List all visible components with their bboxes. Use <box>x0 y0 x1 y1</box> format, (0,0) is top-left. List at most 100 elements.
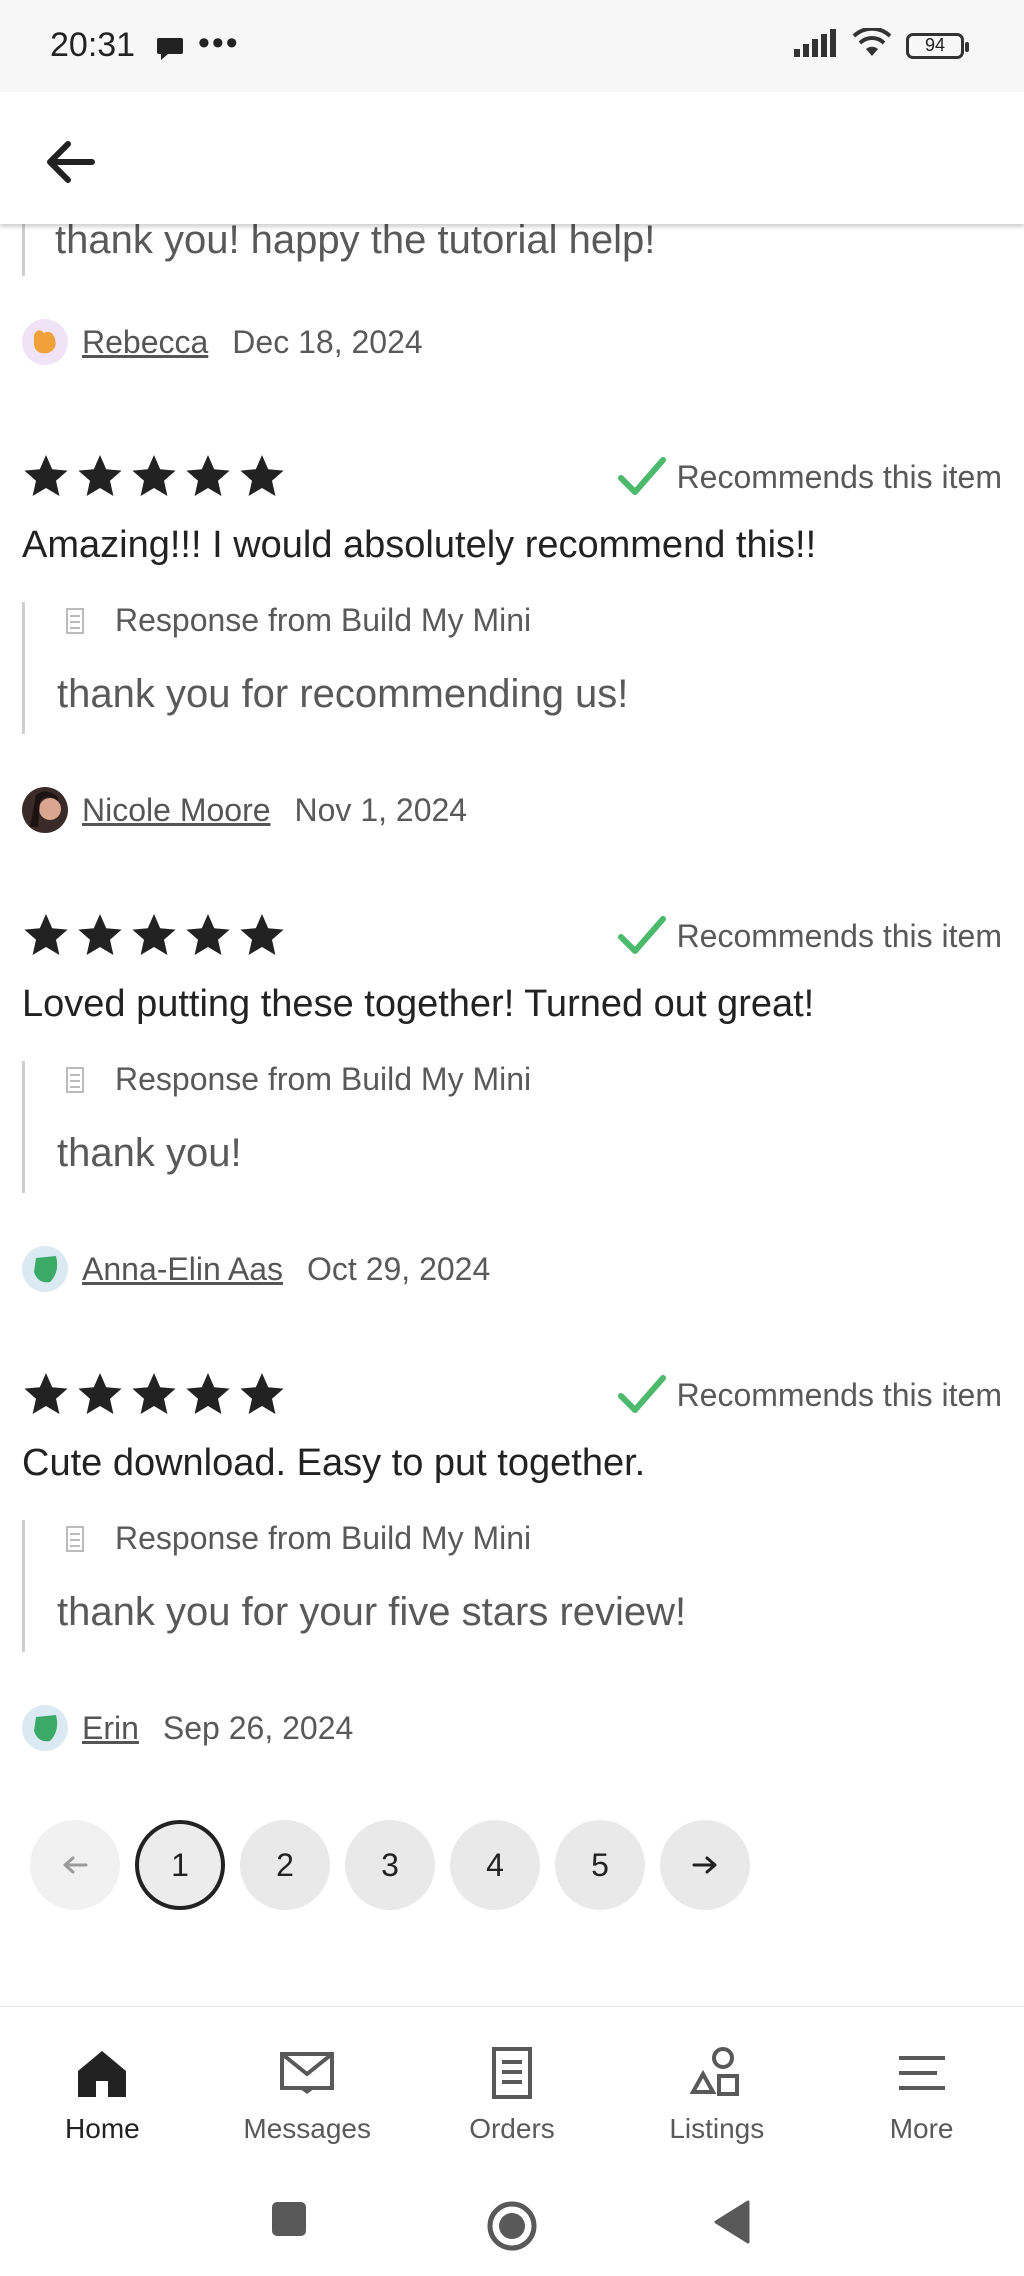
star-icon <box>240 455 284 496</box>
star-icon <box>186 914 230 955</box>
checkmark-icon <box>617 916 666 954</box>
signal-icon <box>794 29 838 62</box>
response-text: thank you for recommending us! <box>57 672 629 716</box>
star-icon <box>240 1373 284 1414</box>
review-date: Dec 18, 2024 <box>232 323 423 360</box>
avatar[interactable] <box>22 1246 68 1292</box>
star-icon <box>24 914 68 955</box>
recommends-badge: Recommends this item <box>617 456 1002 498</box>
envelope-icon <box>277 2045 337 2101</box>
recommends-label: Recommends this item <box>676 1376 1002 1413</box>
avatar[interactable] <box>22 319 68 365</box>
checkmark-icon <box>617 457 666 495</box>
response-from-label: Response from Build My Mini <box>115 1520 532 1556</box>
arrow-left-icon <box>47 141 95 183</box>
star-icon <box>186 1373 230 1414</box>
star-rating <box>22 913 286 959</box>
wifi-icon <box>852 26 892 63</box>
review-date: Nov 1, 2024 <box>294 791 468 828</box>
page-button-1[interactable]: 1 <box>135 1820 225 1910</box>
previous-page-button[interactable] <box>30 1820 120 1910</box>
nav-home[interactable]: Home <box>0 2007 205 2177</box>
reviewer-name[interactable]: Nicole Moore <box>82 792 271 829</box>
reviewer-row: Erin Sep 26, 2024 <box>22 1704 353 1752</box>
circle-icon <box>487 2201 537 2251</box>
response-from-label: Response from Build My Mini <box>115 602 532 638</box>
home-icon <box>72 2045 132 2101</box>
star-icon <box>24 455 68 496</box>
reviewer-name[interactable]: Rebecca <box>82 324 208 361</box>
nav-label: Orders <box>469 2113 555 2144</box>
next-page-button[interactable] <box>660 1820 750 1910</box>
review-text: Loved putting these together! Turned out… <box>22 983 815 1025</box>
shop-response: Response from Build My Mini thank you fo… <box>22 1520 985 1652</box>
page-button-3[interactable]: 3 <box>345 1820 435 1910</box>
star-icon <box>24 1373 68 1414</box>
star-icon <box>78 914 122 955</box>
review-date: Oct 29, 2024 <box>307 1250 491 1287</box>
star-icon <box>78 455 122 496</box>
reviewer-row: Nicole Moore Nov 1, 2024 <box>22 786 467 834</box>
nav-messages[interactable]: Messages <box>205 2007 410 2177</box>
battery-level: 94 <box>924 35 946 55</box>
response-text: thank you for your five stars review! <box>57 1590 687 1634</box>
back-system-button[interactable] <box>712 2200 752 2249</box>
shop-logo-icon <box>66 607 84 634</box>
pagination: 1 2 3 4 5 <box>30 1820 750 1910</box>
back-button[interactable] <box>34 126 106 198</box>
nav-label: Messages <box>243 2113 371 2144</box>
nav-more[interactable]: More <box>819 2007 1024 2177</box>
triangle-back-icon <box>714 2200 750 2244</box>
recommends-badge: Recommends this item <box>617 1374 1002 1416</box>
avatar[interactable] <box>22 1705 68 1751</box>
star-icon <box>240 914 284 955</box>
response-divider <box>22 224 25 276</box>
star-icon <box>132 914 176 955</box>
nav-label: Listings <box>669 2113 765 2144</box>
square-icon <box>272 2202 306 2236</box>
response-text: thank you! happy the tutorial help! <box>55 218 656 262</box>
page-button-5[interactable]: 5 <box>555 1820 645 1910</box>
shapes-icon <box>687 2045 747 2101</box>
review-text: Cute download. Easy to put together. <box>22 1442 646 1484</box>
reviewer-row: Rebecca Dec 18, 2024 <box>22 318 423 366</box>
star-icon <box>132 455 176 496</box>
avatar[interactable] <box>22 787 68 833</box>
arrow-right-icon <box>692 1856 717 1874</box>
reviewer-row: Anna-Elin Aas Oct 29, 2024 <box>22 1245 490 1293</box>
battery-icon: 94 <box>906 32 969 59</box>
response-text: thank you! <box>57 1131 242 1175</box>
chat-notification-icon <box>156 36 184 67</box>
page-button-4[interactable]: 4 <box>450 1820 540 1910</box>
recents-button[interactable] <box>270 2200 308 2243</box>
arrow-left-icon <box>63 1856 88 1874</box>
nav-listings[interactable]: Listings <box>614 2007 819 2177</box>
shop-logo-icon <box>66 1066 84 1093</box>
star-rating <box>22 454 286 500</box>
shop-response: Response from Build My Mini thank you! <box>22 1061 985 1193</box>
home-system-button[interactable] <box>486 2200 538 2257</box>
recommends-label: Recommends this item <box>676 458 1002 495</box>
shop-response: Response from Build My Mini thank you fo… <box>22 602 985 734</box>
nav-label: More <box>889 2113 954 2144</box>
nav-label: Home <box>65 2113 140 2144</box>
status-bar: 20:31 ••• 94 <box>0 0 1024 92</box>
nav-orders[interactable]: Orders <box>410 2007 615 2177</box>
star-icon <box>78 1373 122 1414</box>
reviewer-name[interactable]: Anna-Elin Aas <box>82 1251 283 1288</box>
recommends-badge: Recommends this item <box>617 915 1002 957</box>
reviewer-name[interactable]: Erin <box>82 1710 139 1747</box>
star-rating <box>22 1372 286 1418</box>
page-button-2[interactable]: 2 <box>240 1820 330 1910</box>
status-time: 20:31 <box>50 26 136 64</box>
review-date: Sep 26, 2024 <box>162 1709 354 1746</box>
shop-logo-icon <box>66 1525 84 1552</box>
document-icon <box>482 2045 542 2101</box>
response-from-label: Response from Build My Mini <box>115 1061 532 1097</box>
review-item: Recommends this item Loved putting these… <box>0 913 1024 1333</box>
bottom-navigation: Home Messages Orders Listings More <box>0 2006 1024 2177</box>
menu-icon <box>892 2045 952 2101</box>
star-icon <box>186 455 230 496</box>
review-text: Amazing!!! I would absolutely recommend … <box>22 524 817 566</box>
review-item: Recommends this item Cute download. Easy… <box>0 1372 1024 1792</box>
